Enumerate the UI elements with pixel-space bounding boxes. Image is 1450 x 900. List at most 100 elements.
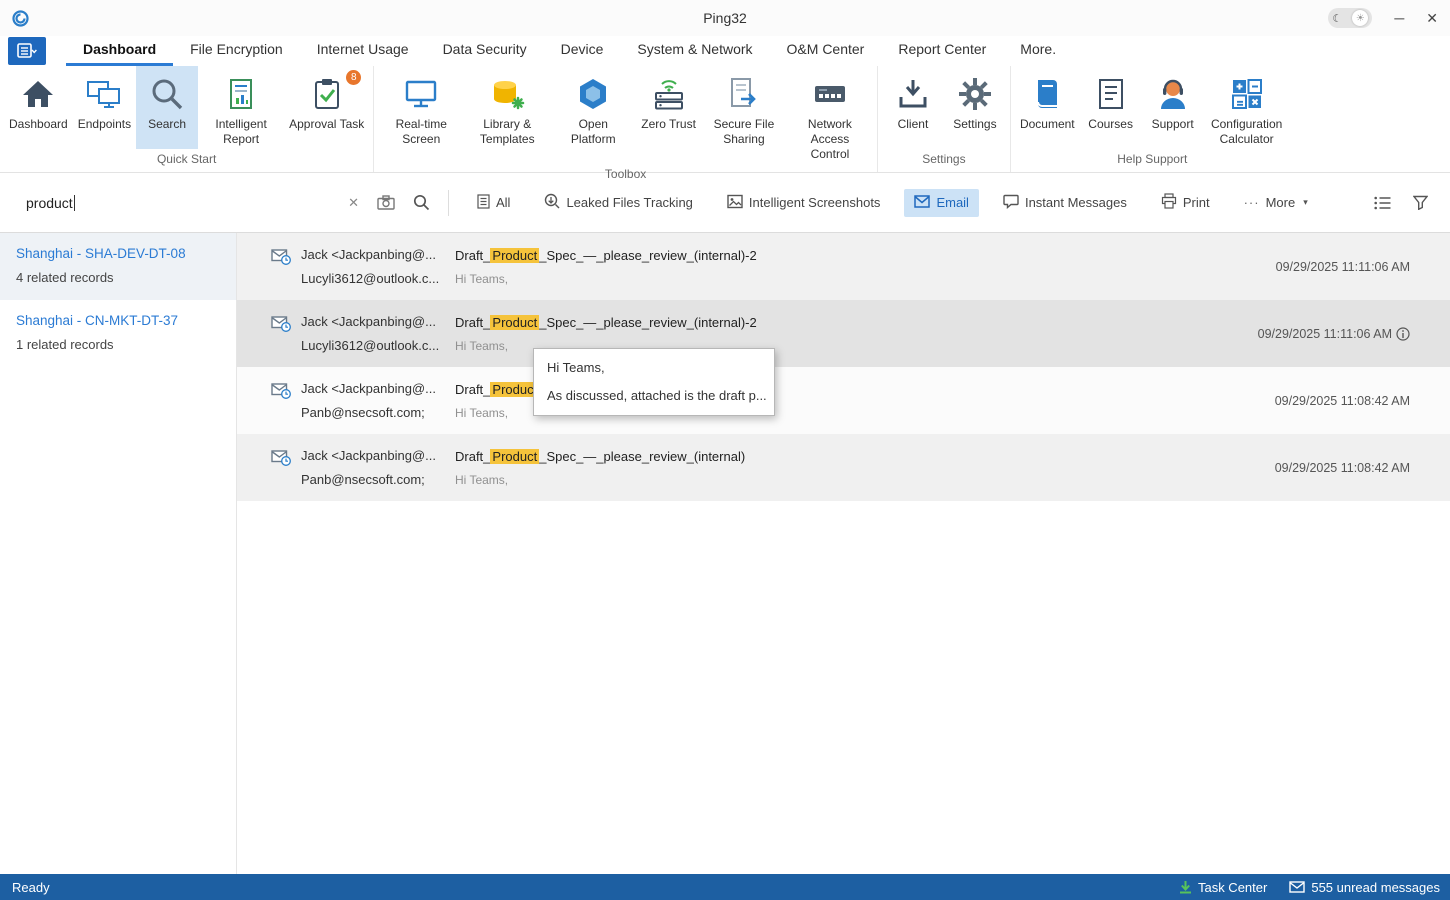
- screenshot-icon: [727, 194, 743, 212]
- info-icon[interactable]: [1396, 327, 1410, 341]
- ribbon-secure-file-sharing[interactable]: Secure File Sharing: [701, 66, 787, 164]
- ribbon-network-access-label: Network Access Control: [792, 117, 868, 162]
- email-subject: Draft_Product_Spec_—_please_review_(inte…: [455, 315, 1250, 330]
- ribbon-open-platform[interactable]: Open Platform: [550, 66, 636, 164]
- device-record-count: 4 related records: [16, 270, 220, 285]
- ribbon-secure-file-sharing-label: Secure File Sharing: [706, 117, 782, 147]
- printer-icon: [1161, 193, 1177, 212]
- filter-funnel-icon[interactable]: [1413, 195, 1428, 210]
- sidebar-device-item[interactable]: Shanghai - SHA-DEV-DT-08 4 related recor…: [0, 233, 236, 300]
- gear-icon: [957, 74, 993, 114]
- minimize-button[interactable]: ─: [1394, 11, 1404, 25]
- task-center-button[interactable]: Task Center: [1179, 880, 1267, 895]
- filter-print[interactable]: Print: [1151, 187, 1220, 218]
- camera-icon[interactable]: [377, 195, 395, 210]
- group-label-quick-start: Quick Start: [4, 149, 369, 172]
- ribbon-realtime-screen[interactable]: Real-time Screen: [378, 66, 464, 164]
- ribbon-search[interactable]: Search: [136, 66, 198, 149]
- calculator-icon: [1229, 74, 1265, 114]
- unread-messages-button[interactable]: 555 unread messages: [1289, 880, 1440, 895]
- filter-leaked-files[interactable]: Leaked Files Tracking: [534, 187, 702, 218]
- ribbon-approval-task-label: Approval Task: [289, 117, 364, 132]
- support-agent-icon: [1155, 74, 1191, 114]
- sidebar-device-item[interactable]: Shanghai - CN-MKT-DT-37 1 related record…: [0, 300, 236, 367]
- ribbon-intelligent-report[interactable]: Intelligent Report: [198, 66, 284, 149]
- ribbon-support-label: Support: [1152, 117, 1194, 132]
- ribbon-settings[interactable]: Settings: [944, 66, 1006, 149]
- email-result-row[interactable]: Jack <Jackpanbing@... Lucyli3612@outlook…: [237, 233, 1450, 300]
- filter-screenshots[interactable]: Intelligent Screenshots: [717, 188, 891, 218]
- filter-email[interactable]: Email: [904, 189, 979, 217]
- light-mode-icon[interactable]: ☀: [1352, 10, 1368, 26]
- email-result-row[interactable]: Jack <Jackpanbing@... Panb@nsecsoft.com;…: [237, 367, 1450, 434]
- sender-name: Jack <Jackpanbing@...: [301, 314, 451, 329]
- ribbon-dashboard[interactable]: Dashboard: [4, 66, 73, 149]
- chevron-down-icon: ▾: [1303, 197, 1308, 208]
- list-view-icon[interactable]: [1374, 196, 1391, 210]
- ribbon-library-templates-label: Library & Templates: [469, 117, 545, 147]
- server-signal-icon: [651, 74, 687, 114]
- ribbon-endpoints[interactable]: Endpoints: [73, 66, 136, 149]
- theme-toggle[interactable]: ☾ ☀: [1328, 8, 1372, 28]
- filter-instant-messages-label: Instant Messages: [1025, 195, 1127, 210]
- ribbon-group-quick-start: Dashboard Endpoints Search Intelligent R…: [0, 66, 374, 172]
- tab-om-center[interactable]: O&M Center: [770, 36, 882, 66]
- hexagon-icon: [575, 74, 611, 114]
- search-input[interactable]: product ✕: [14, 194, 430, 211]
- search-icon: [148, 74, 186, 114]
- close-button[interactable]: ✕: [1426, 11, 1438, 25]
- filter-more[interactable]: ··· More ▾: [1234, 189, 1318, 216]
- tooltip-line: Hi Teams,: [547, 360, 761, 375]
- tab-data-security[interactable]: Data Security: [426, 36, 544, 66]
- clear-search-icon[interactable]: ✕: [348, 195, 359, 211]
- recipient-address: Panb@nsecsoft.com;: [301, 472, 451, 487]
- tab-device[interactable]: Device: [544, 36, 621, 66]
- client-download-icon: [895, 74, 931, 114]
- sender-name: Jack <Jackpanbing@...: [301, 448, 451, 463]
- ribbon-dashboard-label: Dashboard: [9, 117, 68, 132]
- tooltip-line: As discussed, attached is the draft p...: [547, 388, 761, 403]
- ribbon-client[interactable]: Client: [882, 66, 944, 149]
- ribbon-network-access[interactable]: Network Access Control: [787, 66, 873, 164]
- ribbon-open-platform-label: Open Platform: [555, 117, 631, 147]
- search-highlight: Product: [490, 449, 539, 464]
- approval-task-badge: 8: [346, 70, 361, 85]
- search-submit-icon[interactable]: [413, 194, 430, 211]
- search-highlight: Product: [490, 248, 539, 263]
- filter-leaked-files-label: Leaked Files Tracking: [566, 195, 692, 210]
- ellipsis-icon: ···: [1244, 195, 1260, 210]
- email-result-list: Jack <Jackpanbing@... Lucyli3612@outlook…: [237, 233, 1450, 874]
- tab-dashboard[interactable]: Dashboard: [66, 36, 173, 66]
- text-caret: [74, 195, 75, 211]
- book-icon: [1029, 74, 1065, 114]
- email-icon: [914, 195, 930, 211]
- sender-name: Jack <Jackpanbing@...: [301, 381, 451, 396]
- ribbon-courses[interactable]: Courses: [1080, 66, 1142, 149]
- tab-file-encryption[interactable]: File Encryption: [173, 36, 300, 66]
- email-result-row[interactable]: Jack <Jackpanbing@... Panb@nsecsoft.com;…: [237, 434, 1450, 501]
- ribbon-library-templates[interactable]: Library & Templates: [464, 66, 550, 164]
- ribbon-approval-task[interactable]: 8 Approval Task: [284, 66, 369, 149]
- email-history-icon: [271, 248, 301, 270]
- device-name: Shanghai - SHA-DEV-DT-08: [16, 246, 220, 261]
- tab-report-center[interactable]: Report Center: [881, 36, 1003, 66]
- ribbon-zero-trust[interactable]: Zero Trust: [636, 66, 701, 164]
- tab-more[interactable]: More.: [1003, 36, 1073, 66]
- task-download-icon: [1179, 880, 1192, 894]
- filter-print-label: Print: [1183, 195, 1210, 210]
- app-menu-button[interactable]: [8, 37, 46, 65]
- tab-internet-usage[interactable]: Internet Usage: [300, 36, 426, 66]
- filter-all[interactable]: All: [467, 188, 520, 218]
- ribbon-config-calculator[interactable]: Configuration Calculator: [1204, 66, 1290, 149]
- dark-mode-icon[interactable]: ☾: [1332, 12, 1342, 25]
- ribbon-group-settings: Client Settings Settings: [878, 66, 1011, 172]
- filter-instant-messages[interactable]: Instant Messages: [993, 188, 1137, 218]
- ribbon-courses-label: Courses: [1088, 117, 1133, 132]
- email-result-row[interactable]: Jack <Jackpanbing@... Lucyli3612@outlook…: [237, 300, 1450, 367]
- tab-system-network[interactable]: System & Network: [620, 36, 769, 66]
- ribbon-document[interactable]: Document: [1015, 66, 1080, 149]
- unread-messages-label: 555 unread messages: [1311, 880, 1440, 895]
- endpoints-icon: [86, 74, 122, 114]
- ribbon-support[interactable]: Support: [1142, 66, 1204, 149]
- search-highlight: Product: [490, 315, 539, 330]
